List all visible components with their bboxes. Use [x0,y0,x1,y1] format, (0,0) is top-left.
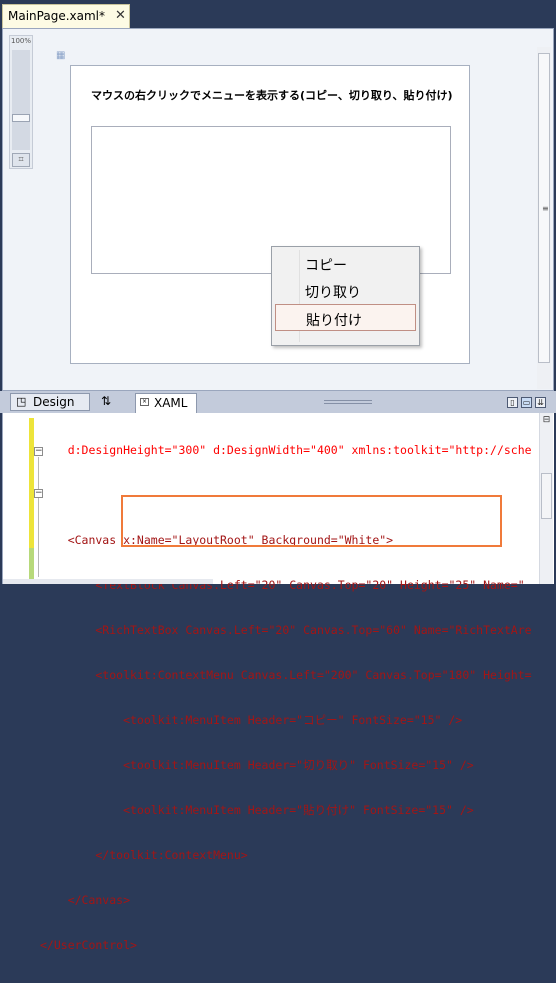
artboard-canvas[interactable]: マウスの右クリックでメニューを表示する(コピー、切り取り、貼り付け) コピー 切… [70,65,470,364]
zoom-track[interactable] [12,50,30,150]
vertical-split-button[interactable]: ▯ [507,397,518,408]
code-line: d:DesignHeight="300" d:DesignWidth="400"… [40,443,532,458]
grid-snap-icon[interactable]: ▦ [56,50,65,61]
menu-item-paste[interactable]: 貼り付け [275,304,416,331]
code-text: </UserControl> [40,938,137,952]
changed-lines-marker [29,418,34,548]
textblock-heading[interactable]: マウスの右クリックでメニューを表示する(コピー、切り取り、貼り付け) [91,87,453,103]
tab-design[interactable]: ◳ Design [10,393,90,411]
zoom-slider[interactable]: 100% ⌗ [9,35,33,169]
document-tab-title: MainPage.xaml* [8,9,105,23]
design-surface[interactable]: 100% ⌗ ▦ マウスの右クリックでメニューを表示する(コピー、切り取り、貼り… [2,28,554,391]
menu-item-copy[interactable]: コピー [275,250,416,277]
grip-icon: ≡ [542,204,549,213]
code-line: </UserControl> [40,938,532,953]
document-tab-mainpage[interactable]: MainPage.xaml* ✕ [2,4,130,28]
annotation-highlight-box [121,495,502,547]
scrollbar-thumb[interactable]: ≡ [538,53,550,363]
code-text: </Canvas> [40,893,131,907]
outlining-guide [38,457,39,577]
code-text: <toolkit:ContextMenu Canvas.Left="200" C… [40,668,532,682]
code-text: <toolkit:MenuItem Header="切り取り" FontSize… [40,758,474,772]
zoom-thumb[interactable] [12,114,30,122]
code-line: </Canvas> [40,893,532,908]
scrollbar-thumb[interactable] [541,473,552,519]
menu-item-label: 切り取り [305,285,361,301]
editor-horizontal-scrollbar[interactable] [3,579,213,584]
context-menu[interactable]: コピー 切り取り 貼り付け [271,246,420,346]
xaml-code-editor[interactable]: − − d:DesignHeight="300" d:DesignWidth="… [2,413,554,952]
code-text: </toolkit:ContextMenu> [40,848,248,862]
code-line: </toolkit:ContextMenu> [40,848,532,863]
code-text: <toolkit:MenuItem Header="コピー" FontSize=… [40,713,463,727]
code-text: d:DesignHeight="300" d:DesignWidth="400"… [40,443,532,457]
code-line: <toolkit:MenuItem Header="コピー" FontSize=… [40,713,532,728]
document-tab-strip: MainPage.xaml* ✕ [0,0,556,28]
split-editor-icon[interactable]: ⊟ [540,415,553,425]
code-text: <toolkit:MenuItem Header="貼り付け" FontSize… [40,803,474,817]
code-line: <toolkit:ContextMenu Canvas.Left="200" C… [40,668,532,683]
design-view-icon: ◳ [16,395,27,408]
designer-vertical-scrollbar[interactable]: ≡ [537,47,551,389]
editor-vertical-scrollbar[interactable]: ⊟ [539,413,553,584]
zoom-level-label: 100% [11,37,32,45]
horizontal-split-button[interactable]: ▭ [521,397,532,408]
swap-panes-button[interactable]: ⇅ [95,393,125,411]
code-line: <toolkit:MenuItem Header="貼り付け" FontSize… [40,803,532,818]
swap-icon: ⇅ [101,394,112,408]
menu-item-label: 貼り付け [306,313,362,329]
tab-xaml[interactable]: × XAML [135,393,197,413]
tab-label: XAML [154,396,188,410]
collapse-pane-button[interactable]: ⇊ [535,397,546,408]
zoom-fit-button[interactable]: ⌗ [12,153,30,167]
close-icon[interactable]: ✕ [115,8,126,23]
xaml-view-icon: × [140,398,149,406]
code-line: <toolkit:MenuItem Header="切り取り" FontSize… [40,758,532,773]
splitter-grip-icon[interactable] [324,400,372,404]
menu-item-cut[interactable]: 切り取り [275,277,416,304]
menu-item-label: コピー [305,258,347,274]
code-line: <RichTextBox Canvas.Left="20" Canvas.Top… [40,623,532,638]
code-text: <RichTextBox Canvas.Left="20" Canvas.Top… [40,623,532,637]
tab-label: Design [33,395,75,409]
